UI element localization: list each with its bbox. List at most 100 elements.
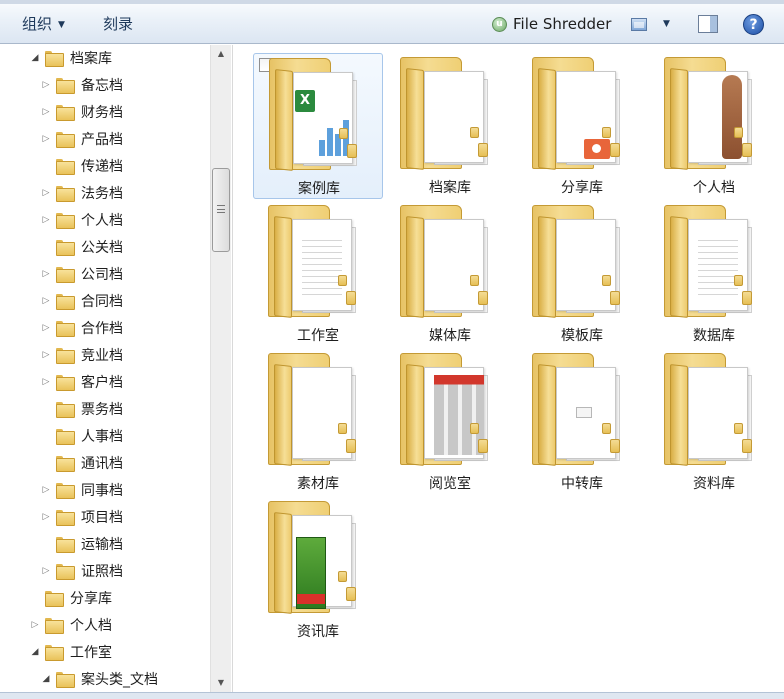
tree-item[interactable]: ▷ 同事档 [41, 476, 123, 503]
collapsed-arrow-icon[interactable]: ▷ [41, 323, 51, 333]
folder-tile[interactable]: 个人档 [649, 53, 779, 199]
folder-icon [56, 239, 75, 256]
expanded-arrow-icon[interactable]: ◢ [30, 53, 40, 63]
collapsed-arrow-icon[interactable]: ▷ [41, 512, 51, 522]
tree-item[interactable]: ◢ 档案库 [30, 45, 112, 71]
folder-icon [664, 353, 764, 466]
tree-item[interactable]: 运输档 [41, 530, 123, 557]
tree-item[interactable]: ▷ 个人档 [30, 611, 112, 638]
tree-item[interactable]: ▷ 证照档 [41, 557, 123, 584]
folder-icon [56, 320, 75, 337]
preview-pane-button[interactable] [698, 15, 718, 33]
collapsed-arrow-icon[interactable]: ▷ [41, 80, 51, 90]
tree-item[interactable]: ▷ 备忘档 [41, 71, 123, 98]
collapsed-arrow-icon[interactable]: ▷ [41, 566, 51, 576]
collapsed-arrow-icon[interactable]: ▷ [41, 107, 51, 117]
tree-item-label: 案头类_文档 [81, 671, 158, 688]
folder-icon [400, 353, 500, 466]
folder-icon [56, 428, 75, 445]
folder-tile[interactable]: 中转库 [517, 349, 647, 495]
tree-item-label: 同事档 [81, 482, 123, 499]
tree-item[interactable]: 票务档 [41, 395, 123, 422]
tree-item[interactable]: ▷ 合同档 [41, 287, 123, 314]
folder-label: 分享库 [561, 180, 603, 196]
tree-item-label: 合同档 [81, 293, 123, 310]
collapsed-arrow-icon[interactable]: ▷ [41, 296, 51, 306]
change-view-button[interactable]: ▼ [631, 16, 670, 32]
book-cover-thumbnail [296, 537, 326, 609]
help-button[interactable]: ? [743, 14, 764, 35]
scroll-up-arrow-icon[interactable]: ▲ [211, 45, 231, 63]
tree-item[interactable]: 公关档 [41, 233, 123, 260]
tree-item[interactable]: ▷ 产品档 [41, 125, 123, 152]
tree-item[interactable]: ◢ 案头类_文档 [41, 665, 158, 692]
scrollbar-thumb[interactable] [212, 168, 230, 252]
view-chevron-down-icon[interactable]: ▼ [663, 4, 670, 44]
burn-label: 刻录 [103, 15, 134, 33]
collapsed-arrow-icon[interactable]: ▷ [41, 350, 51, 360]
folder-icon [56, 347, 75, 364]
folder-tile[interactable]: 档案库 [385, 53, 515, 199]
tree-item-label: 产品档 [81, 131, 123, 148]
folder-label: 档案库 [429, 180, 471, 196]
collapsed-arrow-icon[interactable]: ▷ [41, 134, 51, 144]
folder-tile[interactable]: 分享库 [517, 53, 647, 199]
folder-icon [56, 293, 75, 310]
file-shredder-label: File Shredder [513, 15, 612, 33]
tree-item[interactable]: ▷ 合作档 [41, 314, 123, 341]
folder-tile[interactable]: 素材库 [253, 349, 383, 495]
collapsed-arrow-icon[interactable]: ▷ [41, 377, 51, 387]
folder-icon [56, 131, 75, 148]
folder-tile[interactable]: X 案例库 [253, 53, 383, 199]
folder-icon [56, 455, 75, 472]
collapsed-arrow-icon[interactable]: ▷ [41, 215, 51, 225]
folder-tile[interactable]: 数据库 [649, 201, 779, 347]
collapsed-arrow-icon[interactable]: ▷ [41, 269, 51, 279]
organize-label: 组织 [22, 15, 53, 33]
organize-menu-button[interactable]: 组织 ▼ [22, 4, 65, 44]
folder-icon [56, 482, 75, 499]
tree-item[interactable]: ▷ 客户档 [41, 368, 123, 395]
tree-item-label: 票务档 [81, 401, 123, 418]
tree-item[interactable]: ▷ 财务档 [41, 98, 123, 125]
folder-icon [268, 353, 368, 466]
photo-thumbnail [722, 75, 742, 159]
chevron-down-icon: ▼ [58, 20, 65, 30]
tree-item-label: 人事档 [81, 428, 123, 445]
tree-item[interactable]: ▷ 竞业档 [41, 341, 123, 368]
tree-item[interactable]: 通讯档 [41, 449, 123, 476]
folder-tile[interactable]: 媒体库 [385, 201, 515, 347]
tree-item[interactable]: ◢ 工作室 [30, 638, 112, 665]
collapsed-arrow-icon[interactable]: ▷ [30, 620, 40, 630]
tree-item-label: 备忘档 [81, 77, 123, 94]
collapsed-arrow-icon[interactable]: ▷ [41, 485, 51, 495]
folder-icon [56, 185, 75, 202]
folder-tile[interactable]: 工作室 [253, 201, 383, 347]
expanded-arrow-icon[interactable]: ◢ [30, 647, 40, 657]
tree-item-label: 运输档 [81, 536, 123, 553]
navigation-scrollbar[interactable]: ▲ ▼ [210, 45, 231, 692]
collapsed-arrow-icon[interactable]: ▷ [41, 188, 51, 198]
tree-item[interactable]: 传递档 [41, 152, 123, 179]
burn-button[interactable]: 刻录 [103, 4, 133, 44]
tree-item[interactable]: ▷ 法务档 [41, 179, 123, 206]
folder-icon [664, 205, 764, 318]
folder-icon [532, 57, 632, 170]
scroll-down-arrow-icon[interactable]: ▼ [211, 674, 231, 692]
folder-tile[interactable]: 阅览室 [385, 349, 515, 495]
folder-tile[interactable]: 模板库 [517, 201, 647, 347]
tree-item[interactable]: 人事档 [41, 422, 123, 449]
folder-tile[interactable]: 资料库 [649, 349, 779, 495]
tree-item[interactable]: ▷ 个人档 [41, 206, 123, 233]
expanded-arrow-icon[interactable]: ◢ [41, 674, 51, 684]
folder-icon [56, 158, 75, 175]
command-bar: 组织 ▼ 刻录 u File Shredder ▼ ? [0, 4, 784, 44]
folder-icon [56, 563, 75, 580]
tree-item[interactable]: ▷ 公司档 [41, 260, 123, 287]
tree-item[interactable]: ▷ 项目档 [41, 503, 123, 530]
tree-item-label: 工作室 [70, 644, 112, 661]
file-shredder-button[interactable]: u File Shredder [492, 4, 611, 44]
folder-tile[interactable]: 资讯库 [253, 497, 383, 643]
tree-item[interactable]: 分享库 [30, 584, 112, 611]
folder-label: 中转库 [561, 476, 603, 492]
